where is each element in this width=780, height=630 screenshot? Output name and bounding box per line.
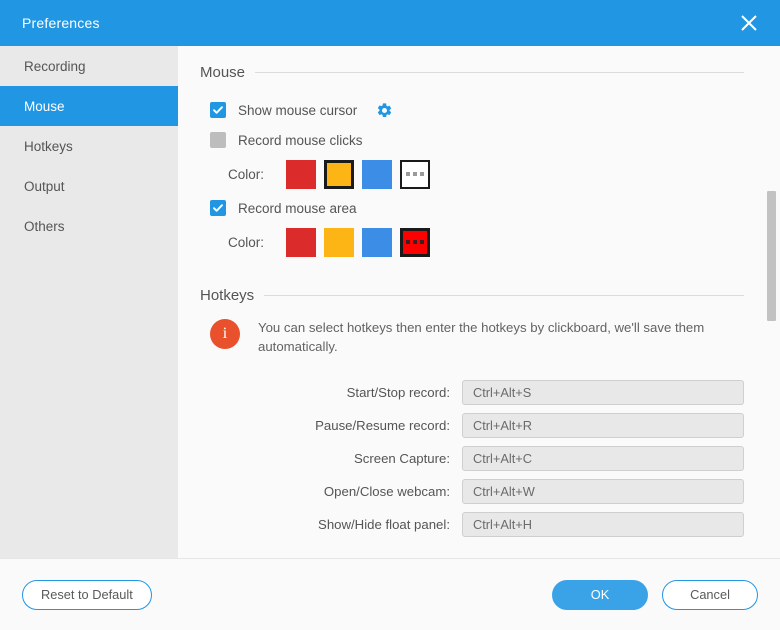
preferences-window: Preferences Recording Mouse Hotkeys Outp…	[0, 0, 780, 630]
hotkey-input-show-hide-float-panel[interactable]: Ctrl+Alt+H	[462, 512, 744, 537]
color-swatch-yellow[interactable]	[324, 228, 354, 257]
window-title: Preferences	[22, 15, 100, 31]
footer-actions: OK Cancel	[552, 580, 758, 610]
mouse-section-title: Mouse	[200, 64, 245, 81]
sidebar-item-mouse[interactable]: Mouse	[0, 86, 178, 126]
cancel-button[interactable]: Cancel	[662, 580, 758, 610]
area-color-swatches	[286, 228, 430, 257]
section-divider	[264, 295, 744, 296]
hotkeys-info: i You can select hotkeys then enter the …	[200, 318, 744, 356]
hotkey-input-pause-resume-record[interactable]: Ctrl+Alt+R	[462, 413, 744, 438]
record-mouse-clicks-checkbox[interactable]	[210, 132, 226, 148]
area-color-label: Color:	[228, 235, 286, 250]
show-mouse-cursor-label: Show mouse cursor	[238, 103, 357, 118]
hotkey-label: Screen Capture:	[354, 451, 450, 466]
hotkey-label: Open/Close webcam:	[324, 484, 450, 499]
close-icon	[739, 13, 759, 33]
record-mouse-clicks-row: Record mouse clicks	[200, 125, 744, 155]
color-swatch-blue[interactable]	[362, 228, 392, 257]
settings-content: Mouse Show mouse cursor	[178, 46, 780, 558]
info-icon: i	[210, 319, 240, 349]
section-divider	[255, 72, 744, 73]
sidebar-item-recording[interactable]: Recording	[0, 46, 178, 86]
hotkey-row: Screen Capture: Ctrl+Alt+C	[200, 442, 744, 475]
checkmark-icon	[212, 104, 224, 116]
record-mouse-area-row: Record mouse area	[200, 193, 744, 223]
hotkey-row: Open/Close webcam: Ctrl+Alt+W	[200, 475, 744, 508]
close-button[interactable]	[732, 6, 766, 40]
hotkey-input-screen-capture[interactable]: Ctrl+Alt+C	[462, 446, 744, 471]
checkmark-icon	[212, 202, 224, 214]
hotkey-row: Start/Stop record: Ctrl+Alt+S	[200, 376, 744, 409]
hotkey-label: Pause/Resume record:	[315, 418, 450, 433]
hotkey-input-open-close-webcam[interactable]: Ctrl+Alt+W	[462, 479, 744, 504]
hotkeys-section-header: Hotkeys	[200, 287, 744, 304]
hotkeys-info-text: You can select hotkeys then enter the ho…	[258, 318, 728, 356]
color-swatch-more[interactable]	[400, 160, 430, 189]
sidebar-item-label: Others	[24, 219, 65, 234]
ellipsis-icon	[406, 172, 424, 176]
clicks-color-row: Color:	[200, 155, 744, 193]
gear-icon[interactable]	[375, 101, 393, 119]
dialog-footer: Reset to Default OK Cancel	[0, 558, 780, 630]
color-swatch-red[interactable]	[286, 160, 316, 189]
clicks-color-swatches	[286, 160, 430, 189]
sidebar-item-label: Mouse	[24, 99, 65, 114]
mouse-section-header: Mouse	[200, 64, 744, 81]
sidebar-item-hotkeys[interactable]: Hotkeys	[0, 126, 178, 166]
color-swatch-blue[interactable]	[362, 160, 392, 189]
title-bar: Preferences	[0, 0, 780, 46]
hotkey-row: Show/Hide float panel: Ctrl+Alt+H	[200, 508, 744, 541]
content-scrollbar[interactable]	[767, 46, 776, 558]
ellipsis-icon	[406, 240, 424, 244]
color-swatch-red[interactable]	[286, 228, 316, 257]
hotkeys-section-title: Hotkeys	[200, 287, 254, 304]
show-mouse-cursor-checkbox[interactable]	[210, 102, 226, 118]
area-color-row: Color:	[200, 223, 744, 261]
record-mouse-area-checkbox[interactable]	[210, 200, 226, 216]
record-mouse-area-label: Record mouse area	[238, 201, 357, 216]
ok-button[interactable]: OK	[552, 580, 648, 610]
scrollbar-thumb[interactable]	[767, 191, 776, 321]
reset-to-default-button[interactable]: Reset to Default	[22, 580, 152, 610]
show-mouse-cursor-row: Show mouse cursor	[200, 95, 744, 125]
hotkey-label: Start/Stop record:	[347, 385, 450, 400]
hotkey-input-start-stop-record[interactable]: Ctrl+Alt+S	[462, 380, 744, 405]
sidebar-item-label: Recording	[24, 59, 86, 74]
hotkey-row: Pause/Resume record: Ctrl+Alt+R	[200, 409, 744, 442]
sidebar-item-output[interactable]: Output	[0, 166, 178, 206]
hotkey-label: Show/Hide float panel:	[318, 517, 450, 532]
color-swatch-more[interactable]	[400, 228, 430, 257]
sidebar-item-others[interactable]: Others	[0, 206, 178, 246]
dialog-body: Recording Mouse Hotkeys Output Others Mo…	[0, 46, 780, 558]
sidebar-item-label: Output	[24, 179, 65, 194]
record-mouse-clicks-label: Record mouse clicks	[238, 133, 363, 148]
hotkeys-list: Start/Stop record: Ctrl+Alt+S Pause/Resu…	[200, 376, 744, 541]
color-swatch-yellow[interactable]	[324, 160, 354, 189]
clicks-color-label: Color:	[228, 167, 286, 182]
sidebar-item-label: Hotkeys	[24, 139, 73, 154]
sidebar: Recording Mouse Hotkeys Output Others	[0, 46, 178, 558]
